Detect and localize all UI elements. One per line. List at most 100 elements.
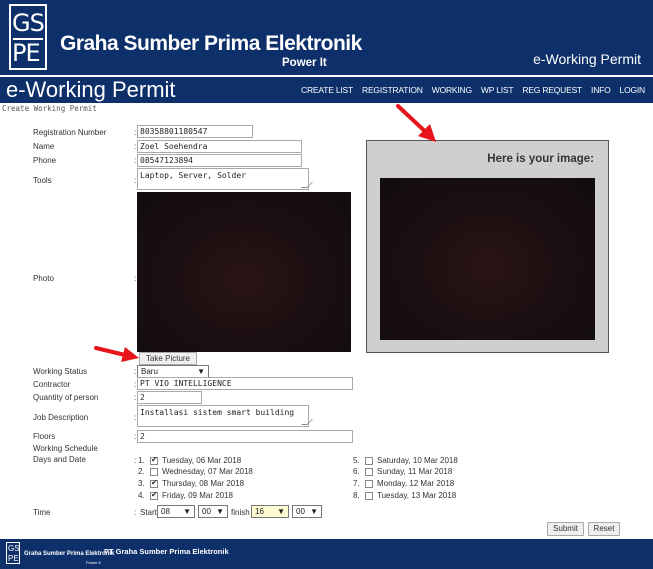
colon: : xyxy=(134,128,137,137)
footer-company: PT Graha Sumber Prima Elektronik xyxy=(104,547,229,556)
time-label: Time xyxy=(33,508,51,517)
captured-image-panel: Here is your image: xyxy=(366,140,609,353)
brand-tagline: Power It xyxy=(282,57,327,69)
day-number: 2. xyxy=(138,467,145,476)
colon: : xyxy=(134,380,137,389)
resize-handle-icon[interactable] xyxy=(301,419,313,425)
schedule-day[interactable]: 8. Tuesday, 13 Mar 2018 xyxy=(353,491,456,500)
day-checkbox[interactable] xyxy=(150,455,158,465)
footer-logo: GS PE xyxy=(6,542,20,564)
nav-item-wp-list[interactable]: WP LIST xyxy=(481,85,514,95)
colon: : xyxy=(134,367,137,376)
footer-tagline: Power It xyxy=(86,560,101,565)
nav-app-title[interactable]: e-Working Permit xyxy=(6,77,176,103)
chevron-down-icon: ▼ xyxy=(183,507,191,516)
job-description-value: Installasi sistem smart building xyxy=(140,408,295,417)
logo-text-bottom: PE xyxy=(12,39,41,67)
schedule-day[interactable]: 5. Saturday, 10 Mar 2018 xyxy=(353,456,458,465)
nav-item-reg-request[interactable]: REG REQUEST xyxy=(522,85,582,95)
nav-item-registration[interactable]: REGISTRATION xyxy=(362,85,423,95)
day-label: Saturday, 10 Mar 2018 xyxy=(377,456,458,465)
day-checkbox[interactable] xyxy=(150,490,158,500)
working-status-value: Baru xyxy=(141,367,158,376)
schedule-day[interactable]: 3. Thursday, 08 Mar 2018 xyxy=(138,478,245,489)
finish-minute-select[interactable]: 00 ▼ xyxy=(292,505,322,518)
finish-label: finish xyxy=(231,508,250,517)
colon: : xyxy=(134,142,137,151)
day-number: 5. xyxy=(353,456,360,465)
footer-logo-text-bottom: PE xyxy=(8,554,19,563)
take-picture-button[interactable]: Take Picture xyxy=(139,352,197,365)
floors-label: Floors xyxy=(33,432,56,441)
header-app-title: e-Working Permit xyxy=(533,51,641,67)
schedule-label-line2: Days and Date xyxy=(33,455,86,464)
tools-textarea[interactable]: Laptop, Server, Solder xyxy=(137,168,313,190)
brand-name: Graha Sumber Prima Elektronik xyxy=(60,32,362,55)
schedule-day[interactable]: 7. Monday, 12 Mar 2018 xyxy=(353,479,454,488)
photo-label: Photo xyxy=(33,274,54,283)
colon: : xyxy=(134,432,137,441)
day-label: Tuesday, 06 Mar 2018 xyxy=(162,456,242,465)
company-logo: GS PE xyxy=(9,4,47,70)
tools-label: Tools xyxy=(33,176,52,185)
day-label: Sunday, 11 Mar 2018 xyxy=(377,467,453,476)
tools-value: Laptop, Server, Solder xyxy=(140,171,246,180)
day-number: 7. xyxy=(353,479,360,488)
start-minute-select[interactable]: 00 ▼ xyxy=(198,505,228,518)
start-hour-select[interactable]: 08 ▼ xyxy=(157,505,195,518)
name-field[interactable]: Zoel Soehendra xyxy=(137,140,302,153)
job-description-textarea[interactable]: Installasi sistem smart building xyxy=(137,405,313,427)
nav-item-info[interactable]: INFO xyxy=(591,85,611,95)
annotation-arrow-icon xyxy=(94,346,139,362)
schedule-day[interactable]: 1. Tuesday, 06 Mar 2018 xyxy=(138,455,242,466)
contractor-label: Contractor xyxy=(33,380,71,389)
quantity-label: Quantity of person xyxy=(33,393,99,402)
reset-button[interactable]: Reset xyxy=(588,522,620,536)
phone-field[interactable]: 08547123894 xyxy=(137,154,302,167)
registration-number-label: Registration Number xyxy=(33,128,107,137)
captured-image xyxy=(380,178,595,340)
nav-item-working[interactable]: WORKING xyxy=(432,85,472,95)
footer-brand: Graha Sumber Prima Elektronik xyxy=(24,551,115,557)
colon: : xyxy=(134,274,137,283)
quantity-field[interactable]: 2 xyxy=(137,391,202,404)
finish-minute-value: 00 xyxy=(296,507,305,516)
name-label: Name xyxy=(33,142,55,151)
submit-button[interactable]: Submit xyxy=(547,522,584,536)
nav-item-create-list[interactable]: CREATE LIST xyxy=(301,85,353,95)
footer-logo-text-top: GS xyxy=(8,544,20,553)
day-label: Monday, 12 Mar 2018 xyxy=(377,479,455,488)
panel-title: Here is your image: xyxy=(487,153,594,165)
camera-preview xyxy=(137,192,351,352)
day-number: 6. xyxy=(353,467,360,476)
contractor-field[interactable]: PT VIO INTELLIGENCE xyxy=(137,377,353,390)
finish-hour-select[interactable]: 16 ▼ xyxy=(251,505,289,518)
day-checkbox[interactable] xyxy=(365,456,373,465)
day-label: Thursday, 08 Mar 2018 xyxy=(162,479,245,488)
phone-label: Phone xyxy=(33,156,57,165)
day-checkbox[interactable] xyxy=(150,467,158,476)
day-checkbox[interactable] xyxy=(365,491,373,500)
start-hour-value: 08 xyxy=(161,507,170,516)
resize-handle-icon[interactable] xyxy=(301,182,313,188)
floors-field[interactable]: 2 xyxy=(137,430,353,443)
day-checkbox[interactable] xyxy=(365,467,373,476)
nav-item-login[interactable]: LOGIN xyxy=(620,85,646,95)
day-checkbox[interactable] xyxy=(150,478,158,488)
day-number: 1. xyxy=(138,456,145,465)
nav-bar: e-Working Permit CREATE LIST REGISTRATIO… xyxy=(0,75,653,103)
working-status-label: Working Status xyxy=(33,367,88,376)
schedule-day[interactable]: 6. Sunday, 11 Mar 2018 xyxy=(353,467,452,476)
registration-number-field[interactable]: 80358801180547 xyxy=(137,125,253,138)
day-number: 3. xyxy=(138,479,145,488)
job-description-label: Job Description xyxy=(33,413,89,422)
day-checkbox[interactable] xyxy=(365,479,373,488)
site-header: GS PE Graha Sumber Prima Elektronik Powe… xyxy=(0,0,653,75)
start-minute-value: 00 xyxy=(202,507,211,516)
chevron-down-icon: ▼ xyxy=(197,367,205,376)
day-label: Friday, 09 Mar 2018 xyxy=(162,491,233,500)
schedule-day[interactable]: 2. Wednesday, 07 Mar 2018 xyxy=(138,467,253,476)
schedule-label-line1: Working Schedule xyxy=(33,444,98,453)
schedule-day[interactable]: 4. Friday, 09 Mar 2018 xyxy=(138,490,233,501)
colon: : xyxy=(134,508,137,517)
